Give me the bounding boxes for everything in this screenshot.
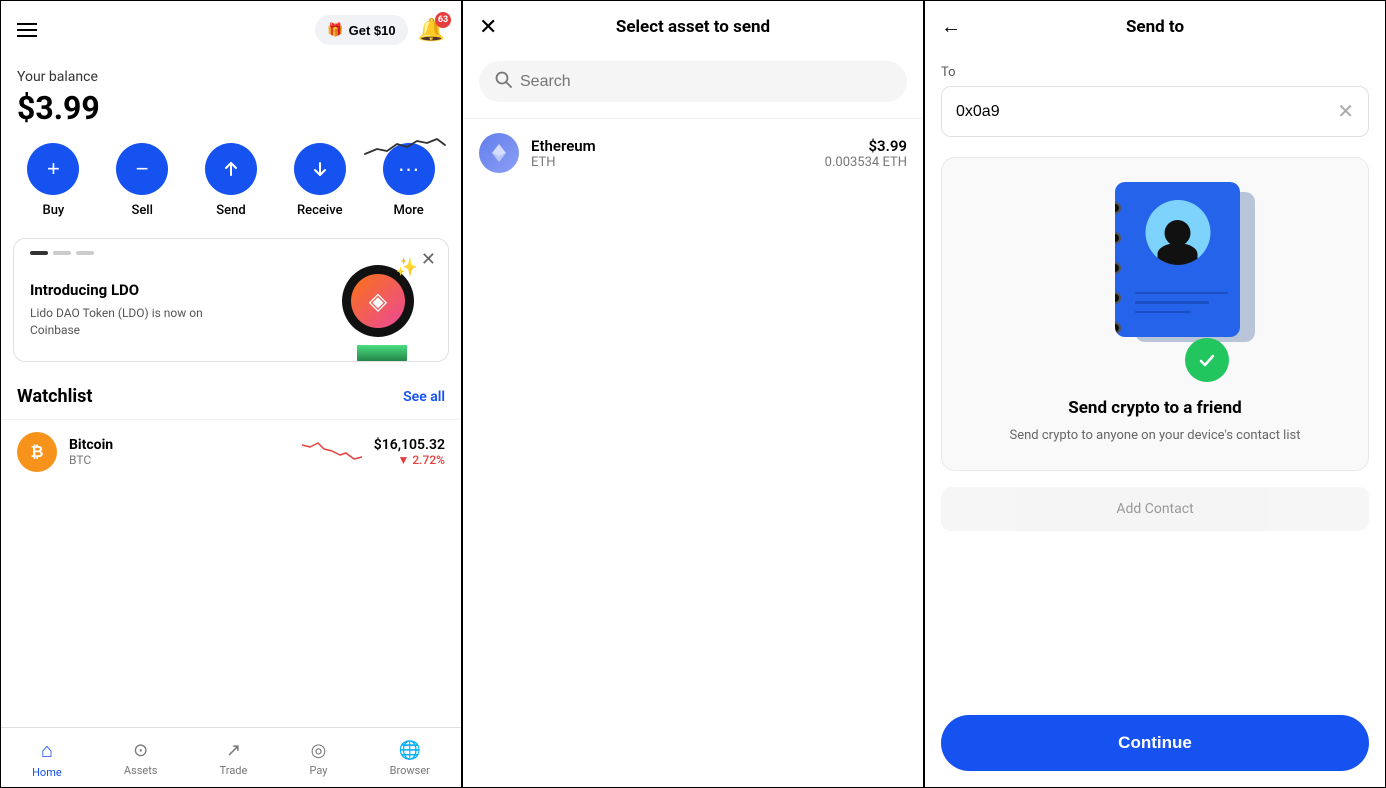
send-action: Send [205, 143, 257, 218]
sell-button[interactable]: − [116, 143, 168, 195]
add-contact-hint: Add Contact [941, 487, 1369, 531]
clear-input-button[interactable]: ✕ [1337, 99, 1354, 124]
promo-dot-1 [30, 251, 48, 255]
balance-label: Your balance [17, 69, 445, 85]
promo-dots [30, 251, 94, 255]
promo-description: Lido DAO Token (LDO) is now on Coinbase [30, 305, 210, 339]
nav-pay[interactable]: ◎ Pay [310, 740, 328, 777]
header-right: 🎁 Get $10 🔔 63 [315, 15, 445, 45]
see-all-link[interactable]: See all [403, 389, 445, 405]
pay-label: Pay [310, 764, 328, 777]
to-section: To ✕ [925, 53, 1385, 149]
bitcoin-watchlist-item[interactable]: ₿ Bitcoin BTC $16,105.32 ▼ 2.72% [1, 419, 461, 484]
watchlist-header: Watchlist See all [1, 378, 461, 419]
receive-action: Receive [294, 143, 346, 218]
ethereum-icon [479, 133, 519, 173]
ethereum-asset-item[interactable]: Ethereum ETH $3.99 0.003534 ETH [463, 118, 923, 187]
nav-home[interactable]: ⌂ Home [32, 738, 62, 779]
get-money-button[interactable]: 🎁 Get $10 [315, 15, 407, 45]
close-button[interactable]: ✕ [479, 14, 497, 40]
watchlist-title: Watchlist [17, 386, 93, 407]
home-label: Home [32, 766, 62, 779]
nav-browser[interactable]: 🌐 Browser [390, 740, 430, 777]
send-button[interactable] [205, 143, 257, 195]
coin-change: ▼ 2.72% [374, 453, 445, 467]
balance-amount: $3.99 [17, 89, 445, 127]
back-button[interactable]: ← [941, 16, 961, 39]
asset-info: Ethereum ETH [531, 137, 825, 170]
receive-label: Receive [297, 203, 343, 218]
receive-button[interactable] [294, 143, 346, 195]
trade-icon: ↗ [226, 740, 241, 761]
assets-icon: ⊙ [133, 740, 148, 761]
asset-ticker: ETH [531, 155, 825, 170]
buy-action: + Buy [27, 143, 79, 218]
promo-image: ◈ ✨ [342, 265, 432, 345]
buy-button[interactable]: + [27, 143, 79, 195]
middle-panel: ✕ Select asset to send Ethereum ETH $3.9… [462, 0, 924, 788]
nav-assets[interactable]: ⊙ Assets [124, 740, 158, 777]
send-friend-description: Send crypto to anyone on your device's c… [1010, 426, 1301, 446]
menu-button[interactable] [17, 23, 37, 37]
asset-usd-value: $3.99 [825, 137, 907, 155]
home-icon: ⌂ [41, 738, 53, 763]
right-header: ← Send to [925, 1, 1385, 53]
contact-illustration [1055, 182, 1255, 382]
panel-title: Select asset to send [616, 17, 770, 37]
browser-label: Browser [390, 764, 430, 777]
notification-badge: 63 [435, 12, 451, 28]
gift-icon: 🎁 [327, 22, 343, 38]
to-input-wrapper: ✕ [941, 86, 1369, 137]
send-friend-title: Send crypto to a friend [1068, 398, 1241, 418]
balance-chart [365, 129, 445, 168]
sell-label: Sell [131, 203, 152, 218]
star-icon: ✨ [396, 257, 418, 278]
left-panel: 🎁 Get $10 🔔 63 Your balance $3.99 + Buy … [0, 0, 462, 788]
balance-section: Your balance $3.99 [1, 59, 461, 143]
send-to-title: Send to [1126, 17, 1184, 37]
sell-action: − Sell [116, 143, 168, 218]
check-circle [1185, 338, 1229, 382]
asset-name: Ethereum [531, 137, 825, 155]
pay-icon: ◎ [311, 740, 327, 761]
bitcoin-icon: ₿ [17, 432, 57, 472]
to-address-input[interactable] [956, 103, 1337, 121]
search-bar [479, 61, 907, 102]
search-input[interactable] [520, 73, 891, 91]
to-label: To [941, 65, 1369, 80]
bottom-nav: ⌂ Home ⊙ Assets ↗ Trade ◎ Pay 🌐 Browser [1, 727, 461, 787]
btc-mini-chart [302, 435, 362, 469]
promo-card: ✕ Introducing LDO Lido DAO Token (LDO) i… [13, 238, 449, 362]
nav-trade[interactable]: ↗ Trade [220, 740, 248, 777]
promo-dot-2 [53, 251, 71, 255]
middle-header: ✕ Select asset to send [463, 1, 923, 53]
more-label: More [393, 203, 423, 218]
asset-crypto-value: 0.003534 ETH [825, 155, 907, 170]
promo-text: Introducing LDO Lido DAO Token (LDO) is … [30, 261, 210, 339]
add-contact-label: Add Contact [1116, 501, 1193, 517]
browser-icon: 🌐 [399, 740, 421, 761]
assets-label: Assets [124, 764, 158, 777]
notification-bell[interactable]: 🔔 63 [418, 18, 445, 43]
coin-name: Bitcoin [69, 437, 290, 453]
promo-dot-3 [76, 251, 94, 255]
send-label: Send [216, 203, 245, 218]
buy-label: Buy [42, 203, 64, 218]
continue-button[interactable]: Continue [941, 715, 1369, 771]
coin-ticker: BTC [69, 453, 290, 467]
search-icon [495, 71, 512, 92]
coin-price: $16,105.32 [374, 437, 445, 453]
asset-value: $3.99 0.003534 ETH [825, 137, 907, 170]
left-header: 🎁 Get $10 🔔 63 [1, 1, 461, 59]
ldo-icon: ◈ ✨ [342, 265, 414, 337]
coin-info: Bitcoin BTC [69, 437, 290, 467]
trade-label: Trade [220, 764, 248, 777]
send-friend-card: Send crypto to a friend Send crypto to a… [941, 157, 1369, 471]
promo-title: Introducing LDO [30, 281, 210, 299]
coin-price-wrapper: $16,105.32 ▼ 2.72% [374, 437, 445, 467]
right-panel: ← Send to To ✕ [924, 0, 1386, 788]
